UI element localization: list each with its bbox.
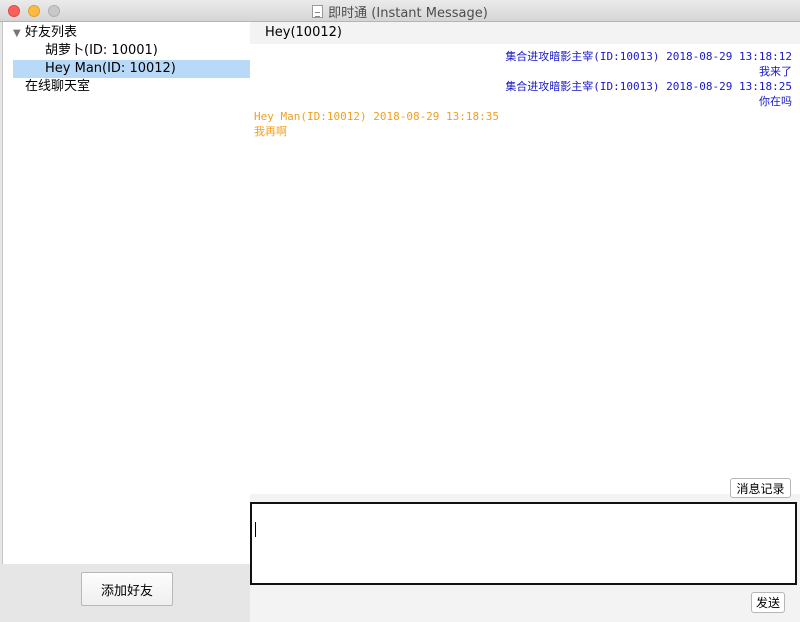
title-bar: 即时通 (Instant Message) (0, 0, 800, 22)
message-header: 集合进攻暗影主宰(ID:10013) 2018-08-29 13:18:12 (505, 50, 792, 63)
message-input[interactable] (250, 502, 797, 585)
message-body: 我来了 (759, 65, 792, 78)
friends-tree: ▼ 好友列表 胡萝卜(ID: 10001) Hey Man(ID: 10012) … (2, 22, 251, 564)
tree-item-chatroom[interactable]: 在线聊天室 (13, 78, 251, 96)
chat-panel: Hey(10012) 集合进攻暗影主宰(ID:10013) 2018-08-29… (250, 22, 800, 622)
message-body: 你在吗 (759, 95, 792, 108)
friend-item-selected[interactable]: Hey Man(ID: 10012) (13, 60, 251, 78)
send-button[interactable]: 发送 (751, 592, 785, 613)
tree-group-friends[interactable]: ▼ 好友列表 (13, 24, 251, 42)
tree-group-label: 好友列表 (25, 25, 78, 40)
chatroom-label: 在线聊天室 (25, 79, 91, 94)
triangle-down-icon[interactable]: ▼ (13, 25, 25, 43)
chat-title: Hey(10012) (265, 25, 342, 40)
document-icon (312, 4, 324, 18)
friend-label: 胡萝卜(ID: 10001) (45, 43, 158, 58)
window-title-group: 即时通 (Instant Message) (0, 0, 800, 22)
message-history[interactable]: 集合进攻暗影主宰(ID:10013) 2018-08-29 13:18:12 我… (250, 44, 800, 494)
friend-label: Hey Man(ID: 10012) (45, 61, 176, 76)
friend-item[interactable]: 胡萝卜(ID: 10001) (13, 42, 251, 60)
friends-panel: ▼ 好友列表 胡萝卜(ID: 10001) Hey Man(ID: 10012) … (0, 22, 251, 622)
message-header: 集合进攻暗影主宰(ID:10013) 2018-08-29 13:18:25 (505, 80, 792, 93)
message-header: Hey Man(ID:10012) 2018-08-29 13:18:35 (254, 110, 500, 123)
message-body: 我再啊 (254, 125, 287, 138)
window-title: 即时通 (Instant Message) (328, 5, 488, 21)
add-friend-button[interactable]: 添加好友 (81, 572, 173, 606)
text-caret (255, 522, 256, 537)
message-history-button[interactable]: 消息记录 (730, 478, 791, 498)
